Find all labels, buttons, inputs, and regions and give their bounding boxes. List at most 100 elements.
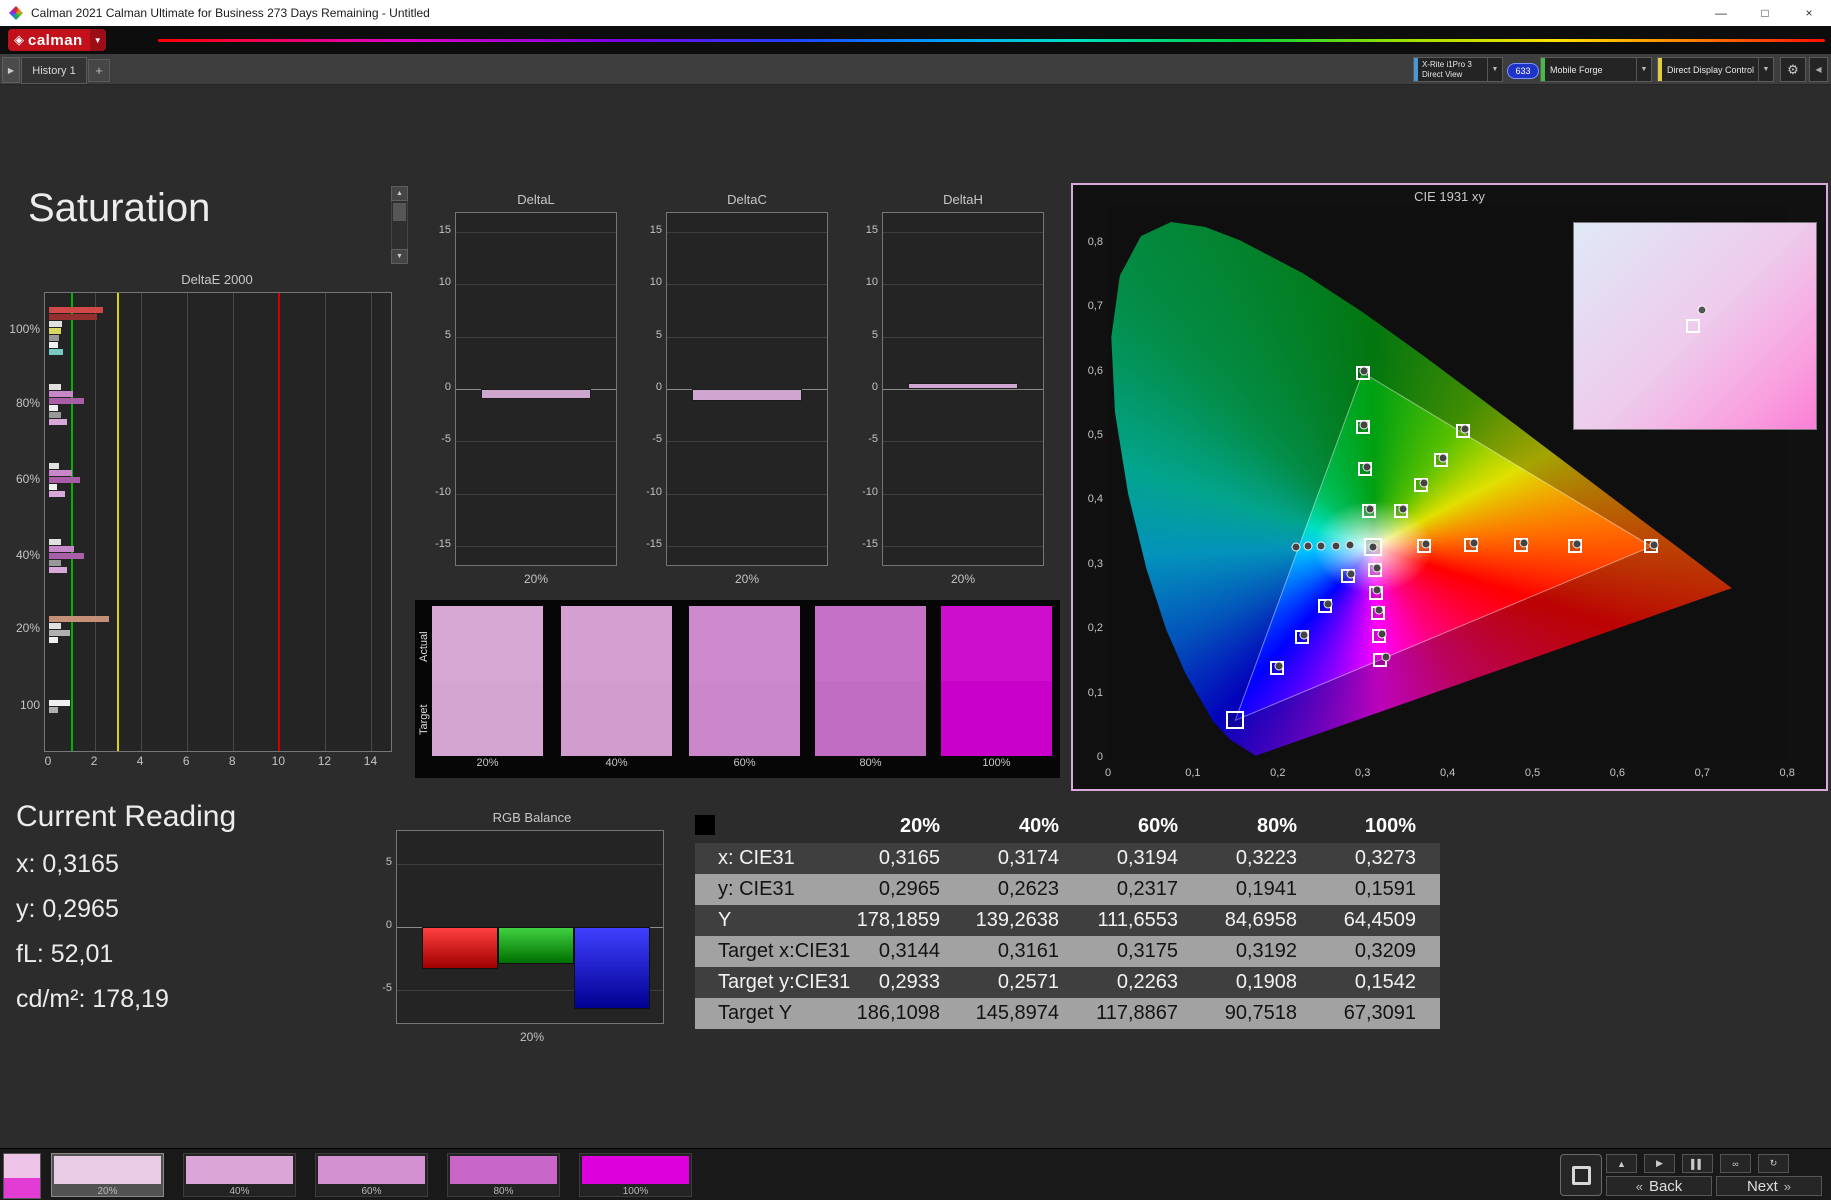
display-control-selector-button[interactable]: Direct Display Control ▼ [1657, 57, 1774, 82]
gridline [233, 293, 235, 751]
chart-title: DeltaH [943, 192, 983, 207]
reading-y: y: 0,2965 [16, 895, 119, 923]
collapse-panel-button[interactable]: ◀ [1809, 57, 1828, 82]
measurement-marker [1438, 453, 1448, 463]
scroll-down-button[interactable]: ▼ [391, 249, 408, 264]
table-cell: 0,3174 [997, 847, 1059, 869]
y-axis-labels: 15 10 5 0 -5 -10 -15 [852, 192, 878, 592]
gridline [456, 494, 616, 495]
close-button[interactable]: × [1787, 0, 1831, 26]
patch-label: 40% [229, 1186, 250, 1197]
table-cell: 67,3091 [1343, 1002, 1416, 1024]
chevron-down-icon[interactable]: ▼ [1487, 58, 1502, 81]
red-bar [422, 927, 498, 969]
deltae-bar [49, 553, 84, 560]
deltae-bar [49, 313, 98, 320]
table-cell: 0,3192 [1235, 940, 1297, 962]
y-axis-labels: 15 10 5 0 -5 -10 -15 [636, 192, 662, 592]
back-button[interactable]: « Back [1606, 1176, 1712, 1196]
measurement-marker [1421, 539, 1431, 549]
y-axis-tick-label: 0,7 [1087, 300, 1103, 313]
table-cell: 0,3144 [878, 940, 940, 962]
gridline [95, 293, 97, 751]
scroll-thumb[interactable] [393, 203, 406, 221]
current-patch-preview [3, 1153, 41, 1199]
gridline [456, 232, 616, 233]
x-axis-tick-label: 8 [228, 754, 236, 768]
patch-button-60%[interactable]: 60% [315, 1153, 428, 1197]
eject-button[interactable]: ▲ [1606, 1154, 1637, 1173]
page-title: Saturation [28, 186, 211, 230]
table-cell: 0,3165 [878, 847, 940, 869]
deltae-bar [49, 348, 63, 355]
play-button[interactable]: ▶ [1644, 1154, 1675, 1173]
y-axis-tick-label: 0 [385, 919, 392, 931]
gridline [883, 546, 1043, 547]
table-row: Target y:CIE31 0,2933 0,2571 0,2263 0,1908 0,… [695, 967, 1440, 998]
gridline [397, 864, 663, 865]
measurement-marker [1419, 478, 1429, 488]
reference-line [117, 293, 120, 751]
calman-logo-button[interactable]: ◈ calman ▼ [8, 29, 106, 51]
minimize-button[interactable]: — [1699, 0, 1743, 26]
saturation-swatch [561, 606, 672, 756]
table-cell: 0,3175 [1116, 940, 1178, 962]
patch-button-80%[interactable]: 80% [447, 1153, 560, 1197]
target-row-label: Target [418, 704, 430, 736]
scroll-up-button[interactable]: ▲ [391, 186, 408, 201]
measurement-marker [1299, 630, 1309, 640]
pause-button[interactable]: ▌▌ [1682, 1154, 1713, 1173]
measurement-marker [1365, 504, 1375, 514]
deltae-bar [49, 341, 59, 348]
meter-selector-button[interactable]: X-Rite i1Pro 3 Direct View ▼ [1413, 57, 1503, 82]
refresh-button[interactable]: ↻ [1758, 1154, 1789, 1173]
tab-history-1[interactable]: History 1 [21, 57, 87, 84]
deltae-bar [49, 306, 104, 313]
table-cell: 0,2263 [1116, 971, 1178, 993]
y-axis-tick-label: 0 [444, 381, 451, 393]
patch-button-20%[interactable]: 20% [51, 1153, 164, 1197]
patch-button-40%[interactable]: 40% [183, 1153, 296, 1197]
row-label: Target x:CIE31 [718, 940, 851, 962]
deltae-bar [49, 491, 66, 498]
gridline [456, 284, 616, 285]
saturation-swatch [432, 606, 543, 756]
table-cell: 178,1859 [856, 909, 940, 931]
chart-scrollbar[interactable]: ▲ ▼ [391, 186, 408, 264]
add-tab-button[interactable]: + [88, 59, 110, 82]
y-axis-tick-label: 5 [655, 329, 662, 341]
measurement-table: 20% 40% 60% 80% 100% x: CIE31 0,3165 0,3174 0,31… [695, 810, 1440, 1032]
tab-scroll-button[interactable]: ▶ [2, 57, 20, 83]
measurement-marker [1572, 539, 1582, 549]
y-axis-group-label: 40% [15, 547, 40, 562]
y-axis-tick-label: 0,3 [1087, 557, 1103, 570]
loop-button[interactable]: ∞ [1720, 1154, 1751, 1173]
chevron-down-icon[interactable]: ▼ [1636, 58, 1651, 81]
x-axis-tick-label: 6 [182, 754, 190, 768]
y-axis-group-label: 100 [19, 698, 40, 713]
x-axis-tick-label: 0,2 [1270, 767, 1286, 779]
next-button[interactable]: Next » [1716, 1176, 1822, 1196]
logo-dropdown-icon[interactable]: ▼ [89, 29, 106, 51]
patch-color [54, 1156, 161, 1184]
measurement-marker [1368, 542, 1378, 552]
y-axis-tick-label: 0 [655, 381, 662, 393]
inset-measurement-marker [1697, 305, 1707, 315]
x-axis-tick-label: 0,4 [1439, 767, 1456, 779]
settings-gear-button[interactable]: ⚙ [1780, 57, 1806, 82]
scroll-track[interactable] [391, 201, 408, 249]
chart-title: DeltaL [517, 192, 555, 207]
deltae-bar [49, 630, 70, 637]
patch-button-100%[interactable]: 100% [579, 1153, 692, 1197]
chevron-down-icon[interactable]: ▼ [1758, 58, 1773, 81]
maximize-button[interactable]: □ [1743, 0, 1787, 26]
x-axis-tick-label: 0,7 [1694, 767, 1710, 779]
deltae-bar [49, 390, 74, 397]
stop-button[interactable] [1560, 1154, 1602, 1196]
source-selector-button[interactable]: Mobile Forge ▼ [1540, 57, 1652, 82]
y-axis-tick-label: -10 [862, 486, 878, 498]
x-axis-tick-label: 0,3 [1355, 767, 1371, 779]
column-header: 80% [1256, 815, 1297, 837]
deltal-chart: DeltaL 15 10 5 0 -5 -10 -15 20% [425, 192, 622, 592]
measurement-marker [1374, 605, 1384, 615]
